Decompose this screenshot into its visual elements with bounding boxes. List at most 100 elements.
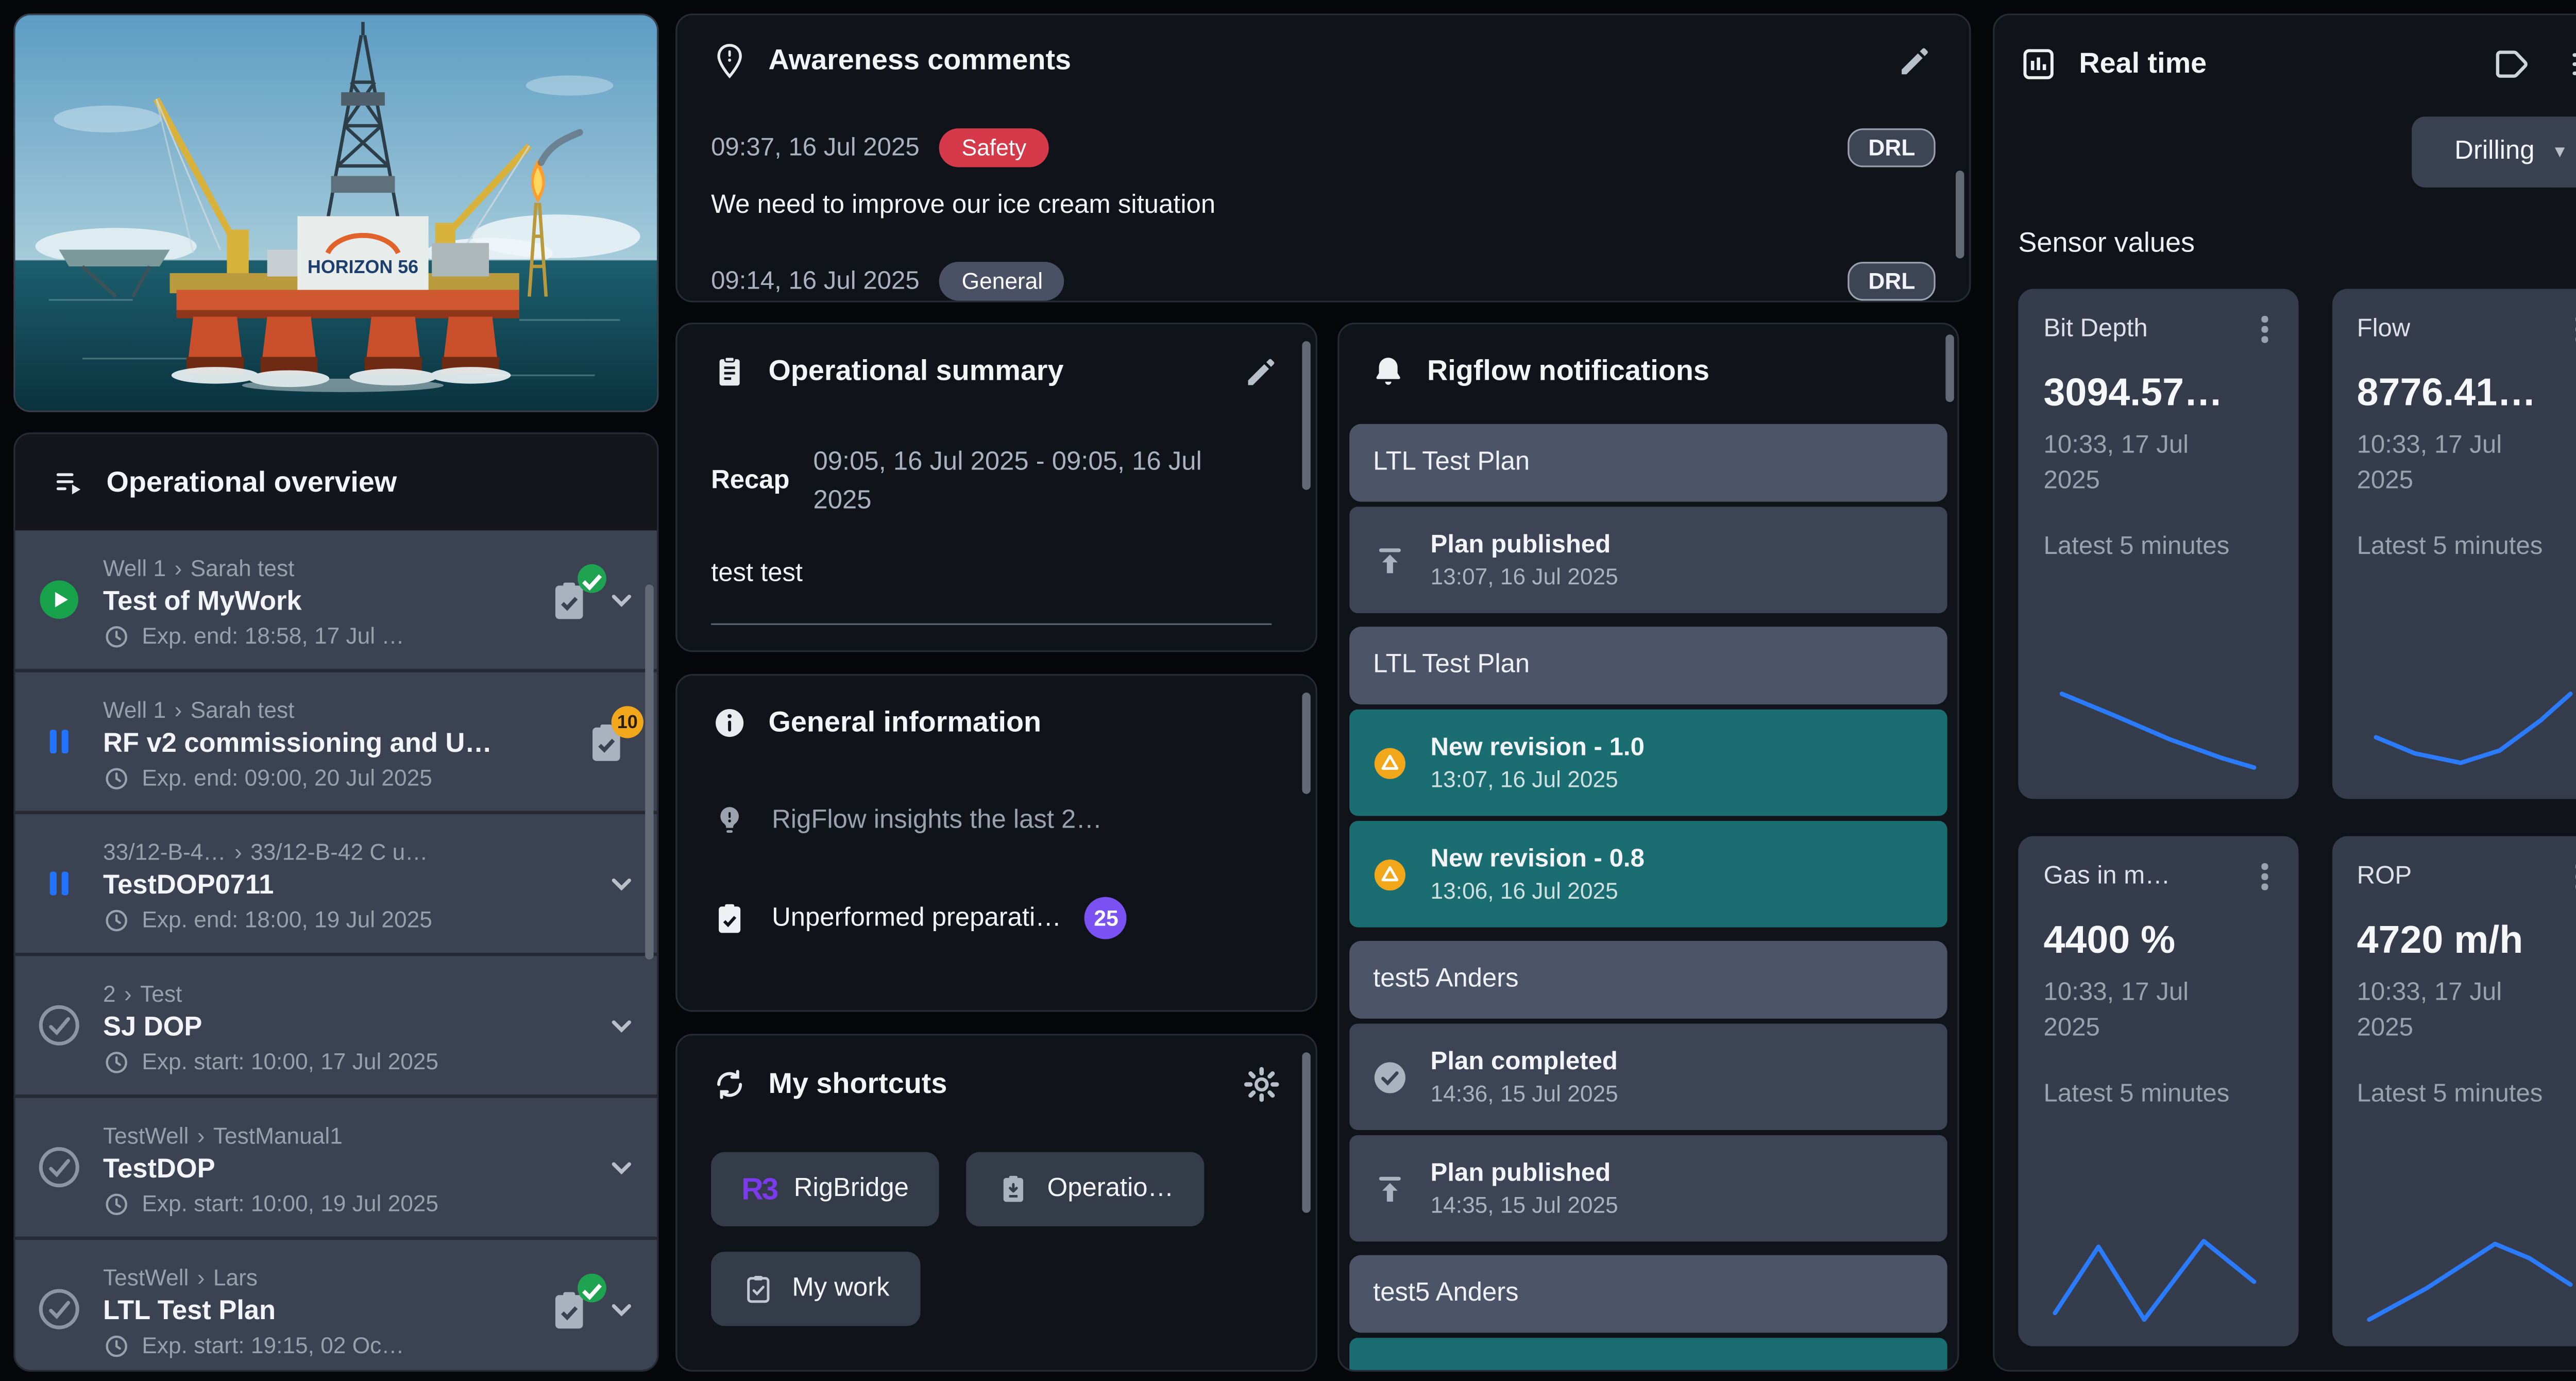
- notification-item[interactable]: New revision - 0.8 13:06, 16 Jul 2025: [1349, 821, 1947, 928]
- sensor-value: 4400 %: [2044, 916, 2273, 962]
- my-shortcuts-header: My shortcuts: [711, 1064, 1282, 1105]
- general-information-title: General information: [769, 706, 1042, 740]
- notification-title: New revision - 0.8: [1431, 845, 1645, 873]
- plan-row[interactable]: TestWell›Lars LTL Test Plan Exp. start: …: [15, 1240, 657, 1372]
- plan-title: TestDOP: [103, 1155, 603, 1185]
- checklist-icon[interactable]: 10: [583, 716, 630, 767]
- notification-item[interactable]: New revision - 1.0 13:07, 16 Jul 2025: [1349, 710, 1947, 816]
- unperformed-row[interactable]: Unperformed preparati… 25: [711, 897, 1282, 939]
- plan-meta: Exp. start: 10:00, 19 Jul 2025: [103, 1190, 603, 1217]
- bell-icon: [1370, 353, 1407, 390]
- play-status-icon: [37, 578, 81, 621]
- pin-alert-icon: [711, 42, 748, 79]
- notification-item[interactable]: Plan completed 14:36, 15 Jul 2025: [1349, 1024, 1947, 1131]
- kebab-menu-icon[interactable]: [2570, 311, 2576, 347]
- plan-row[interactable]: 2›Test SJ DOP Exp. start: 10:00, 17 Jul …: [15, 956, 657, 1098]
- insight-row[interactable]: RigFlow insights the last 2…: [711, 802, 1282, 839]
- tune-filters-icon[interactable]: [2567, 42, 2576, 86]
- plan-row[interactable]: Well 1›Sarah test Test of MyWork Exp. en…: [15, 530, 657, 672]
- real-time-title: Real time: [2079, 47, 2207, 81]
- notification-title: Plan published: [1431, 530, 1618, 559]
- plan-title: SJ DOP: [103, 1013, 603, 1043]
- chevron-down-icon[interactable]: [603, 1290, 640, 1327]
- shortcut-operations-button[interactable]: Operatio…: [966, 1152, 1204, 1226]
- sensor-timestamp: 10:33, 17 Jul 2025: [2044, 427, 2230, 498]
- real-time-panel: Real time Drilling ▼ Sensor values: [1993, 13, 2576, 1372]
- summary-note: test test: [711, 558, 1282, 588]
- shortcut-my-work-button[interactable]: My work: [711, 1252, 920, 1326]
- plan-row[interactable]: Well 1›Sarah test RF v2 commissioning an…: [15, 672, 657, 814]
- sensor-card-flow[interactable]: Flow 8776.41… 10:33, 17 Jul 2025 Latest …: [2331, 289, 2576, 799]
- dashboard: HORIZON 56: [0, 0, 2576, 1381]
- edit-pencil-icon[interactable]: [1895, 41, 1936, 81]
- publish-icon: [1371, 542, 1409, 579]
- rig-sign-text: HORIZON 56: [308, 257, 418, 277]
- scrollbar-thumb[interactable]: [1302, 341, 1310, 490]
- real-time-header: Real time: [2018, 42, 2576, 86]
- plan-meta: Exp. end: 09:00, 20 Jul 2025: [103, 764, 583, 791]
- plan-meta: Exp. end: 18:58, 17 Jul …: [103, 622, 546, 649]
- sensor-name: Bit Depth: [2044, 315, 2148, 344]
- sensor-card-gas[interactable]: Gas in m… 4400 % 10:33, 17 Jul 2025 Late…: [2018, 836, 2298, 1346]
- clock-icon: [103, 906, 130, 933]
- sparkline-chart: [2044, 682, 2273, 777]
- scrollbar-thumb[interactable]: [645, 584, 653, 959]
- sensor-card-rop[interactable]: ROP 4720 m/h 10:33, 17 Jul 2025 Latest 5…: [2331, 836, 2576, 1346]
- kebab-menu-icon[interactable]: [2570, 858, 2576, 894]
- scrollbar-thumb[interactable]: [1302, 693, 1310, 794]
- plan-row[interactable]: TestWell›TestManual1 TestDOP Exp. start:…: [15, 1098, 657, 1240]
- done-status-icon: [37, 1003, 81, 1047]
- sensor-card-bit-depth[interactable]: Bit Depth 3094.57… 10:33, 17 Jul 2025 La…: [2018, 289, 2298, 799]
- scrollbar-thumb[interactable]: [1956, 171, 1964, 258]
- clock-icon: [103, 622, 130, 649]
- clock-icon: [103, 764, 130, 791]
- insight-text: RigFlow insights the last 2…: [772, 806, 1102, 836]
- drilling-dropdown[interactable]: Drilling ▼: [2412, 116, 2576, 188]
- checklist-icon[interactable]: [546, 575, 593, 625]
- chevron-down-icon[interactable]: [603, 1007, 640, 1044]
- plan-row[interactable]: 33/12-B-4…›33/12-B-42 C u… TestDOP0711 E…: [15, 814, 657, 956]
- awareness-comments-panel: Awareness comments 09:37, 16 Jul 2025 Sa…: [675, 13, 1971, 302]
- notification-time: 14:35, 15 Jul 2025: [1431, 1192, 1618, 1218]
- comment-tag: General: [940, 262, 1065, 300]
- notification-time: 13:07, 16 Jul 2025: [1431, 767, 1645, 792]
- chevron-down-icon[interactable]: [603, 581, 640, 618]
- notification-item[interactable]: Plan published 13:07, 16 Jul 2025: [1349, 507, 1947, 613]
- comment-time: 09:37, 16 Jul 2025: [711, 133, 920, 162]
- shortcut-rigbridge-button[interactable]: R3 RigBridge: [711, 1152, 939, 1226]
- clipboard-check-icon: [711, 900, 748, 937]
- check-circle-icon: [1371, 1058, 1409, 1096]
- sensor-values-label: Sensor values: [2018, 227, 2195, 259]
- chevron-down-icon[interactable]: [603, 865, 640, 902]
- info-icon: [711, 704, 748, 742]
- sparkline-chart: [2044, 1230, 2273, 1324]
- notification-group-header: test5 Anders: [1349, 1255, 1947, 1333]
- gear-icon[interactable]: [1241, 1064, 1282, 1105]
- breadcrumb: Well 1›Sarah test: [103, 697, 294, 722]
- kebab-menu-icon[interactable]: [2257, 858, 2273, 894]
- operational-overview-title: Operational overview: [107, 465, 397, 499]
- scrollbar-thumb[interactable]: [1302, 1052, 1310, 1212]
- kebab-menu-icon[interactable]: [2257, 311, 2273, 347]
- publish-icon: [1371, 1170, 1409, 1207]
- collapse-chevron-up-icon[interactable]: [2574, 225, 2576, 262]
- breadcrumb: 33/12-B-4…›33/12-B-42 C u…: [103, 839, 428, 864]
- plan-title: RF v2 commissioning and U…: [103, 729, 583, 760]
- chevron-down-icon[interactable]: [603, 1149, 640, 1186]
- playlist-play-icon: [53, 465, 87, 499]
- rig-photo-illustration: HORIZON 56: [15, 15, 657, 411]
- warning-icon: [1371, 744, 1409, 781]
- checklist-icon[interactable]: [546, 1284, 593, 1334]
- comment-text: We need to improve our ice cream situati…: [711, 191, 1936, 221]
- sensor-timestamp: 10:33, 17 Jul 2025: [2044, 974, 2230, 1045]
- notification-item[interactable]: [1349, 1338, 1947, 1372]
- sensor-range-label: Latest 5 minutes: [2357, 1079, 2576, 1107]
- notification-item[interactable]: Plan published 14:35, 15 Jul 2025: [1349, 1135, 1947, 1242]
- edit-pencil-icon[interactable]: [1241, 351, 1282, 392]
- shortcut-label: Operatio…: [1047, 1174, 1174, 1204]
- tag-icon[interactable]: [2489, 42, 2533, 86]
- scrollbar-thumb[interactable]: [1945, 334, 1954, 402]
- operational-summary-title: Operational summary: [769, 355, 1064, 389]
- sensor-value: 4720 m/h: [2357, 916, 2576, 962]
- my-shortcuts-panel: My shortcuts R3 RigBridge: [675, 1034, 1317, 1372]
